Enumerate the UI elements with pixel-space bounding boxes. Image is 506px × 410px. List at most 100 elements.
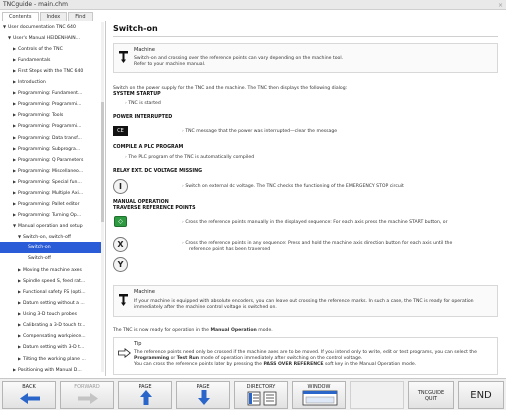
scrollbar-thumb[interactable] [101,102,104,222]
machine-icon [119,294,128,306]
machine-note: Machine If your machine is equipped with… [113,285,498,317]
tab-contents[interactable]: Contents [2,12,39,21]
sidebar-item-label: User documentation TNC 640 [8,25,76,30]
sidebar-scrollbar[interactable] [101,22,104,372]
sidebar-item[interactable]: ▶ Datum setting with 3-D t... [0,341,102,352]
navigation-tabs: Contents Index Find [2,12,94,21]
arrow-right-icon [78,393,98,404]
sidebar-item[interactable]: ▶ Moving the machine axes [0,264,102,275]
sidebar-item-label: Programming: Programmi... [18,102,82,108]
list-item: › Cross the reference points manually in… [182,220,448,225]
machine-icon [119,51,128,63]
sidebar-item[interactable]: ▶ Compensating workpiece... [0,330,102,341]
sidebar-item[interactable]: ▶ Programming: Programmi... [0,98,102,109]
sidebar-item-label: Programming: Tools [18,113,64,119]
sidebar-item-label: Switch-off [28,256,51,262]
sidebar-item[interactable]: ▼ Switch-on, switch-off [0,231,102,242]
sidebar-item[interactable]: ▶ Functional safety FS (opti... [0,286,102,297]
page-title: Switch-on [113,24,158,33]
contents-tree: ▶ Positioning with Manual D... ▶ Tilting th… [0,21,106,376]
back-button[interactable]: BACK [2,381,56,409]
tip-title: Tip [134,341,142,347]
ready-text-mode: Manual Operation [210,328,257,333]
tab-index[interactable]: Index [39,12,68,21]
help-content: Switch-on Machine Switch-on and crossing… [107,21,506,376]
sidebar-item[interactable]: ▶ Programming: Special fun... [0,176,102,187]
tip-text-part: or [169,356,177,361]
tncguide-quit-button[interactable]: TNCGUIDE QUIT [408,381,454,409]
sidebar-item-label: Programming: Multiple Axi... [18,190,84,196]
bullet-text: Switch on external dc voltage. The TNC c… [185,184,404,189]
ready-text: The TNC is now ready for operation in th… [113,328,273,334]
directory-button[interactable]: DIRECTORY [234,381,288,409]
end-button[interactable]: END [458,381,504,409]
directory-icon [247,391,277,406]
heading-compile-plc: COMPILE A PLC PROGRAM [113,145,184,150]
empty-softkey [350,381,404,409]
sidebar-item[interactable]: ▶ Tilting the working plane ... [0,353,102,364]
sidebar-item[interactable]: ▶ First Steps with the TNC 640 [0,65,102,76]
title-bar: TNCguide - main.chm × [0,0,506,10]
sidebar-item[interactable]: ▶ Introduction [0,76,102,87]
list-item: › Switch on external dc voltage. The TNC… [182,184,404,189]
sidebar-item[interactable]: ▶ Using 3-D touch probes [0,308,102,319]
sidebar-item-label: Datum setting without a ... [23,301,85,307]
end-label: END [470,390,492,401]
back-label: BACK [22,384,36,390]
sidebar-item[interactable]: ▶ Programming: Subprogra... [0,143,102,154]
sidebar-item-label: Programming: Programmi... [18,124,82,130]
quit-label: QUIT [424,396,438,402]
sidebar-item[interactable]: Switch-on [0,242,102,253]
page-down-button[interactable]: PAGE [176,381,230,409]
sidebar-item-label: Programming: Special fun... [18,179,82,185]
sidebar-item[interactable]: ▶ Programming: Pallet editor [0,198,102,209]
page-up-button[interactable]: PAGE [118,381,172,409]
key-x-icon: X [113,237,128,252]
note-title: Machine [134,47,155,53]
sidebar-item-label: Compensating workpiece... [23,334,86,340]
sidebar-item-label: Programming: Pallet editor [18,201,80,207]
window-title: TNCguide - main.chm [3,1,68,8]
sidebar-item[interactable]: Switch-off [0,253,102,264]
heading-relay: RELAY EXT. DC VOLTAGE MISSING [113,169,203,174]
sidebar-item-label: Moving the machine axes [23,268,82,274]
note-title: Machine [134,289,155,295]
sidebar-item-label: Datum setting with 3-D t... [23,345,85,351]
window-icon [302,390,338,406]
sidebar-item[interactable]: ▶ Programming: Data transf... [0,132,102,143]
sidebar-item[interactable]: ▼ Manual operation and setup [0,220,102,231]
sidebar-item[interactable]: ▶ Positioning with Manual D... [0,364,102,375]
directory-label: DIRECTORY [246,384,276,390]
forward-button[interactable]: FORWARD [60,381,114,409]
tip-text-part: You can cross the reference points later… [134,362,264,367]
sidebar-item[interactable]: ▶ Programming: Miscellaneo... [0,165,102,176]
sidebar-item[interactable]: ▶ Programming: Programmi... [0,120,102,131]
sidebar-item-label: Manual operation and setup [18,223,83,229]
tip-text-part: mode of operation immediately after swit… [199,356,363,361]
sidebar-item[interactable]: ▼ User's Manual HEIDENHAIN... [0,32,102,43]
sidebar-item-label: Spindle speed S, feed rat... [23,279,86,285]
close-icon[interactable]: × [498,1,503,11]
sidebar-item[interactable]: ▶ Controls of the TNC [0,43,102,54]
softkey-bar: BACK FORWARD PAGE PAGE DIRECTORY WINDOW … [0,378,506,410]
ready-text-part: The TNC is now ready for operation in th… [113,328,211,333]
tip-softkey-name: PASS OVER REFERENCE [263,362,324,367]
tip-note: Tip The reference points need only be cr… [113,337,498,375]
sidebar-item[interactable]: ▶ Calibrating a 3-D touch tr... [0,319,102,330]
sidebar-item[interactable]: ▶ Fundamentals [0,54,102,65]
tab-find[interactable]: Find [68,12,93,21]
bullet-continuation: reference point has been traversed [189,247,271,252]
sidebar-item-label: Functional safety FS (opti... [23,290,86,296]
sidebar-item[interactable]: ▶ Programming: Turning Op... [0,209,102,220]
sidebar-item[interactable]: ▶ Programming: Multiple Axi... [0,187,102,198]
sidebar-item[interactable]: ▶ Programming: Q Parameters [0,154,102,165]
sidebar-item[interactable]: ▶ Spindle speed S, feed rat... [0,275,102,286]
window-button[interactable]: WINDOW [292,381,346,409]
sidebar-item[interactable]: ▼ User documentation TNC 640 [0,21,102,32]
sidebar-item-label: Tilting the working plane ... [23,356,86,362]
bullet-text: Cross the reference points manually in t… [185,220,448,225]
sidebar-item-label: Positioning with Manual D... [18,367,82,373]
sidebar-item[interactable]: ▶ Programming: Fundament... [0,87,102,98]
sidebar-item[interactable]: ▶ Programming: Tools [0,109,102,120]
sidebar-item[interactable]: ▶ Datum setting without a ... [0,297,102,308]
